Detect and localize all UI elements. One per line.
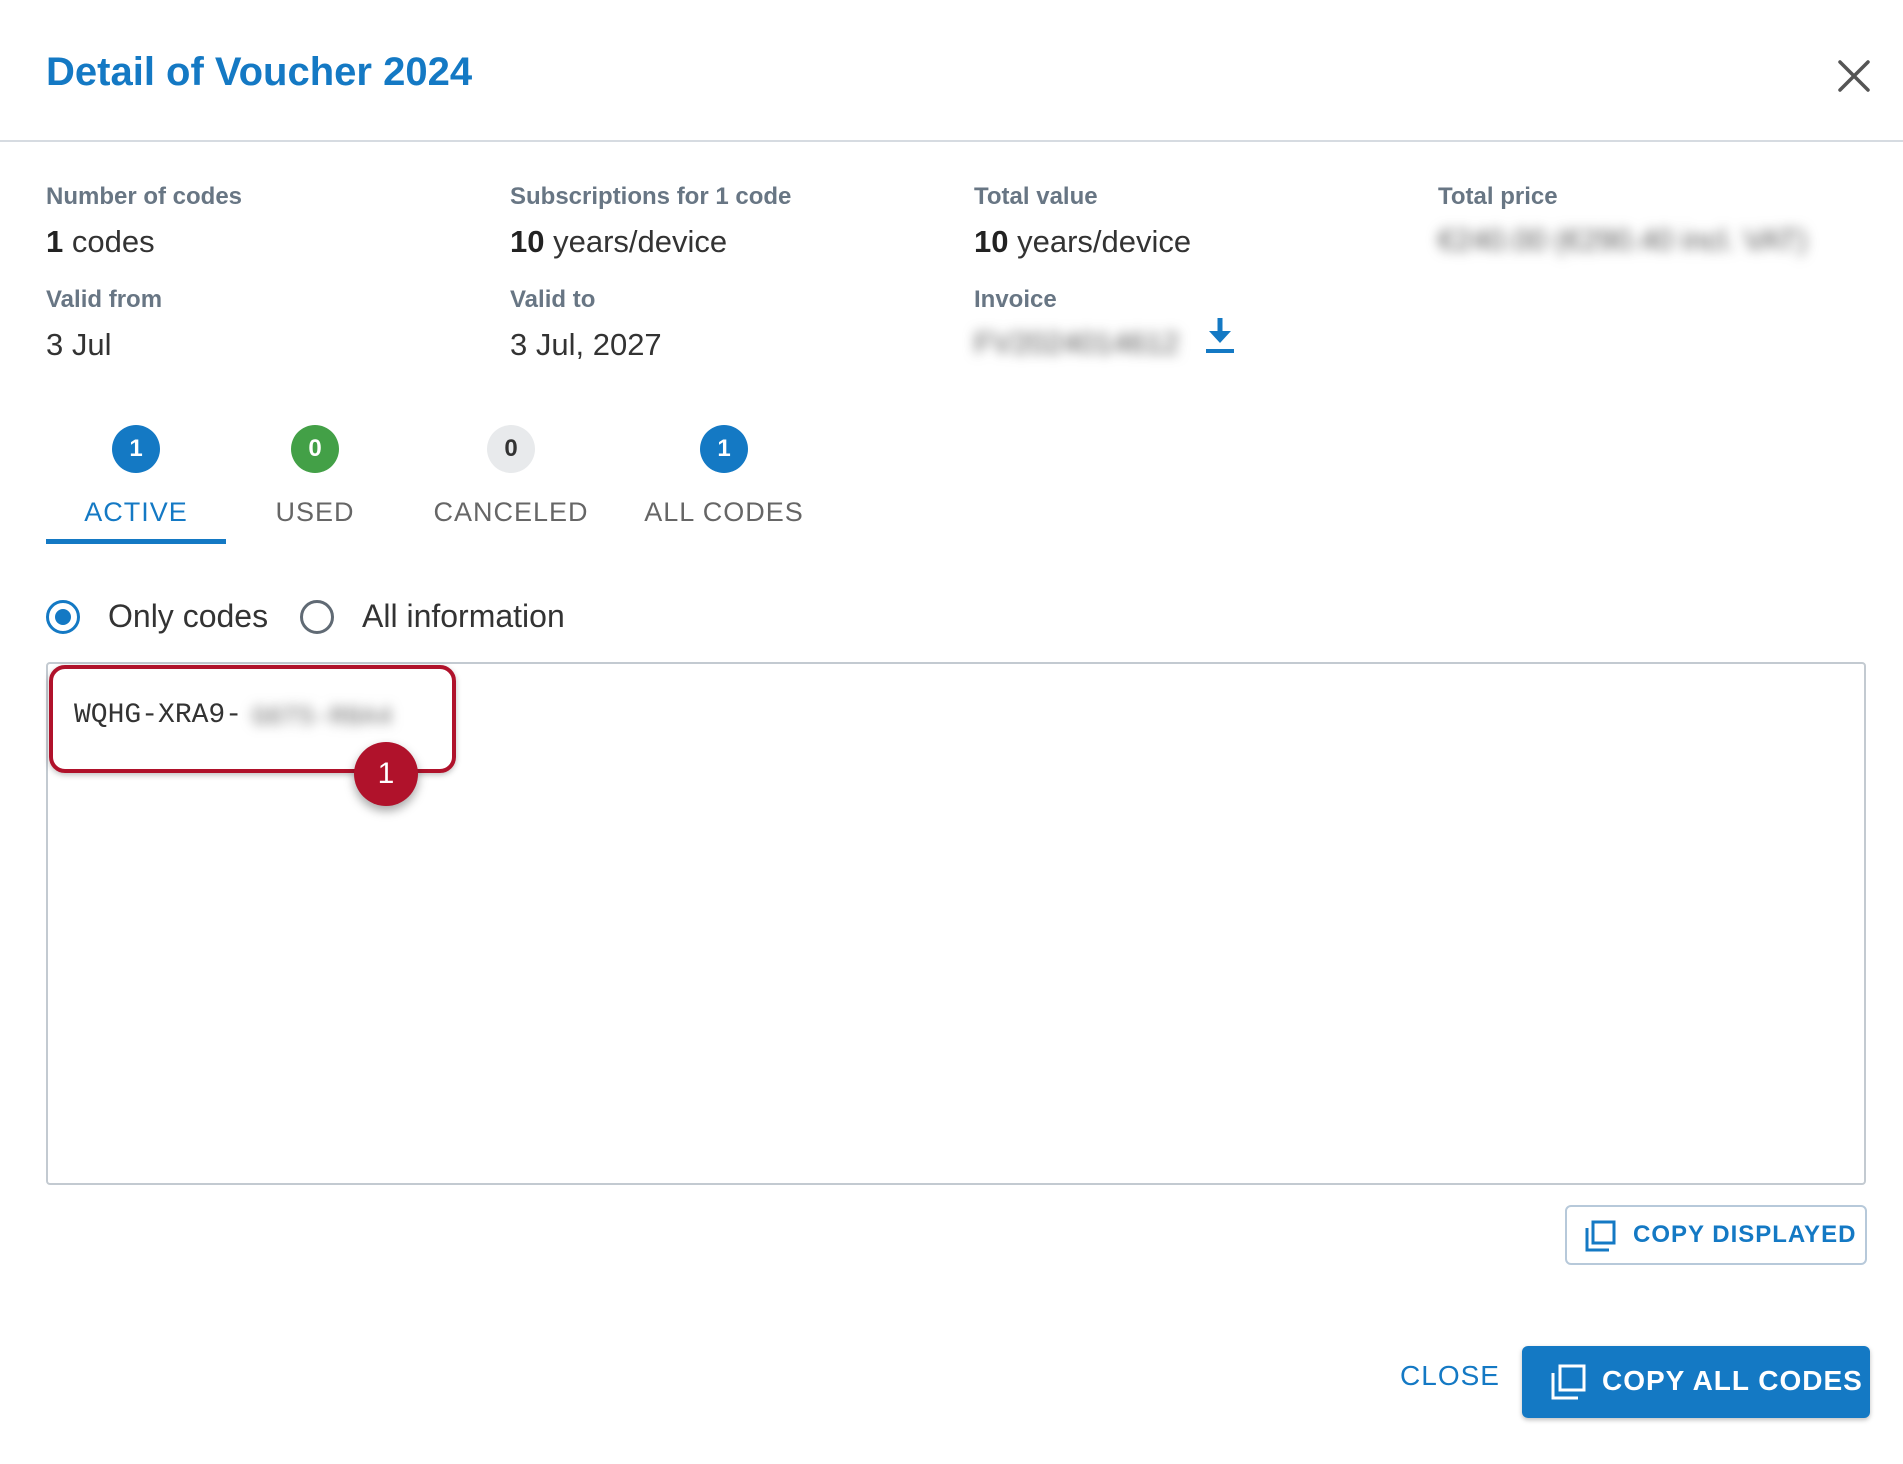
tab-used-count: 0 [291,425,339,473]
close-button[interactable]: CLOSE [1390,1360,1510,1400]
copy-displayed-label: COPY DISPLAYED [1633,1221,1857,1248]
tab-used-label: USED [275,497,355,527]
dialog-header: Detail of Voucher 2024 [0,0,1903,142]
total-value-value: 10 years/device [974,224,1192,259]
radio-only-codes[interactable]: Only codes [46,598,286,640]
invoice-number[interactable]: FV2024014612 [974,327,1179,361]
number-of-codes-label: Number of codes [46,183,243,210]
number-of-codes-value: 1 codes [46,224,155,259]
tab-active-label: ACTIVE [84,497,188,527]
radio-all-information-circle[interactable] [300,600,334,634]
total-value-label: Total value [974,183,1098,210]
total-price-label: Total price [1438,183,1558,210]
copy-all-codes-button[interactable]: COPY ALL CODES [1522,1346,1870,1418]
valid-to-label: Valid to [510,286,596,313]
tab-used[interactable]: 0 USED [255,425,375,545]
copy-icon [1585,1220,1616,1252]
voucher-detail-dialog: Detail of Voucher 2024 Number of codes 1… [0,0,1903,1464]
valid-from-value: 3 Jul [46,327,112,362]
radio-only-codes-circle[interactable] [46,600,80,634]
subscriptions-label: Subscriptions for 1 code [510,183,792,210]
invoice-label: Invoice [974,286,1057,313]
copy-all-codes-label: COPY ALL CODES [1602,1365,1863,1396]
dialog-title: Detail of Voucher 2024 [46,50,473,94]
tab-all-codes[interactable]: 1 ALL CODES [639,425,809,545]
subscriptions-value: 10 years/device [510,224,728,259]
radio-only-codes-label: Only codes [108,598,269,634]
tab-canceled-label: CANCELED [433,497,589,527]
tab-canceled-count: 0 [487,425,535,473]
valid-from-label: Valid from [46,286,163,313]
copy-displayed-button[interactable]: COPY DISPLAYED [1565,1205,1867,1265]
tab-active-count: 1 [112,425,160,473]
download-icon[interactable] [1203,316,1237,356]
tab-all-codes-label: ALL CODES [644,497,804,527]
copy-icon [1551,1364,1586,1400]
valid-to-value: 3 Jul, 2027 [510,327,662,362]
close-icon[interactable] [1834,56,1874,96]
tab-canceled[interactable]: 0 CANCELED [431,425,591,545]
callout-marker: 1 [354,742,418,806]
tab-all-codes-count: 1 [700,425,748,473]
active-tab-indicator [46,539,226,544]
tab-active[interactable]: 1 ACTIVE [46,425,226,545]
radio-all-information-label: All information [362,598,565,634]
total-price-value: €240.00 (€290.40 incl. VAT) [1438,224,1808,257]
radio-all-information[interactable]: All information [300,598,590,640]
